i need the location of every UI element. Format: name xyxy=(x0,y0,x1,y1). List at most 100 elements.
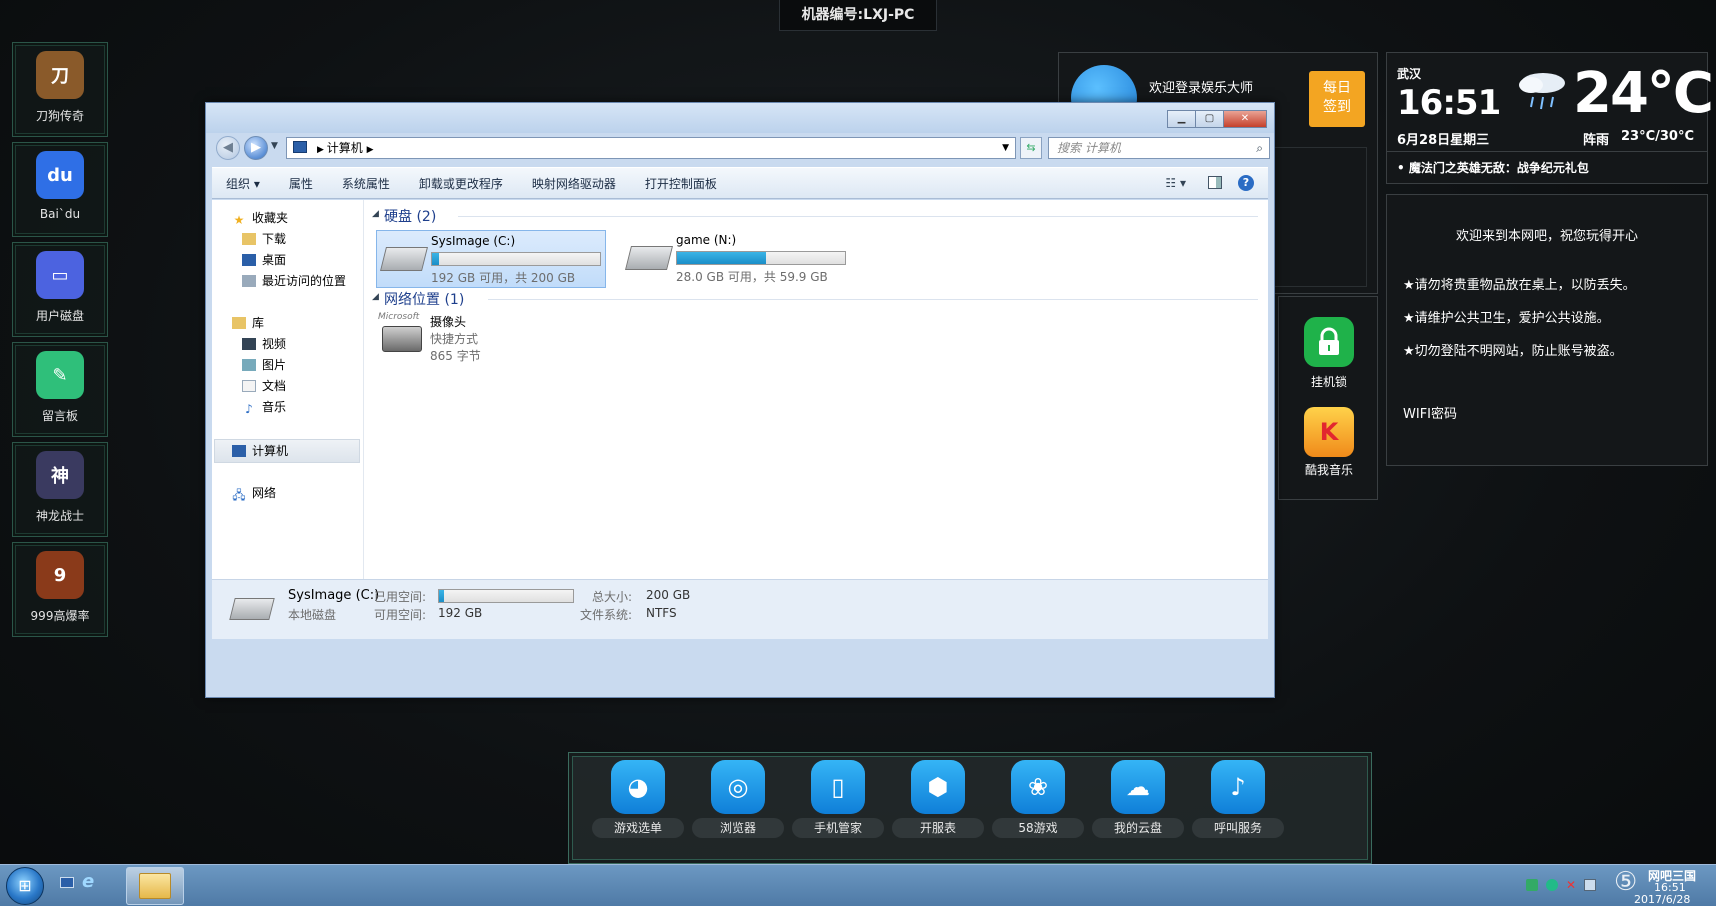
window-controls: ▁ ▢ ✕ xyxy=(1167,110,1267,128)
nav-computer[interactable]: 计算机 xyxy=(232,441,288,461)
dock-item[interactable]: ⬢ 开服表 xyxy=(888,760,988,838)
close-button[interactable]: ✕ xyxy=(1223,110,1267,128)
nav-label: 图片 xyxy=(262,358,287,372)
nav-libraries[interactable]: 库 xyxy=(232,313,264,333)
nav-music[interactable]: ♪ 音乐 xyxy=(242,397,286,417)
recent-places-icon xyxy=(242,275,256,287)
volume-muted-icon[interactable]: ✕ xyxy=(1566,878,1576,892)
app-icon: du xyxy=(36,151,84,199)
machine-id-label: 机器编号:LXJ-PC xyxy=(779,0,937,31)
start-button[interactable]: ⊞ xyxy=(6,867,44,905)
open-control-panel-button[interactable]: 打开控制面板 xyxy=(645,175,717,192)
network-status-icon[interactable] xyxy=(1526,879,1538,891)
breadcrumb-computer[interactable]: 计算机 xyxy=(327,141,363,155)
music-icon: ♪ xyxy=(245,402,253,416)
desktop-icon[interactable]: 9 999高爆率 xyxy=(12,542,108,637)
network-group-header[interactable]: 网络位置 (1) xyxy=(384,289,464,309)
preview-pane-icon[interactable] xyxy=(1208,176,1222,189)
details-drive-name: SysImage (C:) xyxy=(288,588,380,603)
app-dock: ◕ 游戏选单 ◎ 浏览器 ▯ 手机管家 ⬢ 开服表 ❀ 58游戏 ☁ 我的云盘 ♪ 呼叫服务 xyxy=(568,752,1372,864)
properties-button[interactable]: 属性 xyxy=(289,175,313,192)
dock-item[interactable]: ☁ 我的云盘 xyxy=(1088,760,1188,838)
desktop-icon[interactable]: 刀刀狗传奇 xyxy=(12,42,108,137)
dock-app-icon: ◎ xyxy=(711,760,765,814)
dock-item-label: 58游戏 xyxy=(992,818,1084,838)
nav-network[interactable]: 🖧 网络 xyxy=(232,483,276,503)
tray-monitor-icon[interactable] xyxy=(1584,879,1597,891)
pictures-icon xyxy=(242,359,256,371)
dock-item[interactable]: ◕ 游戏选单 xyxy=(588,760,688,838)
system-tray: ✕ xyxy=(1526,873,1616,897)
nav-label: 计算机 xyxy=(252,444,289,458)
maximize-button[interactable]: ▢ xyxy=(1195,110,1224,128)
hdd-group-header[interactable]: 硬盘 (2) xyxy=(384,206,436,226)
forward-button[interactable]: ▶ xyxy=(244,136,268,160)
network-group-toggle[interactable]: ◢ xyxy=(372,292,379,302)
view-options-icon[interactable]: ☷ ▾ xyxy=(1165,176,1186,190)
lock-app[interactable]: 挂机锁 xyxy=(1301,317,1357,390)
hard-drive-icon xyxy=(625,246,673,270)
dock-item[interactable]: ◎ 浏览器 xyxy=(688,760,788,838)
notice-welcome: 欢迎来到本网吧，祝您玩得开心 xyxy=(1455,229,1638,244)
drive-c[interactable]: SysImage (C:) 192 GB 可用，共 200 GB xyxy=(376,230,606,288)
history-dropdown[interactable]: ▼ xyxy=(271,141,278,151)
address-bar[interactable]: ▶ 计算机 ▶ ▼ xyxy=(286,137,1016,159)
back-button[interactable]: ◀ xyxy=(216,136,240,160)
hdd-group-toggle[interactable]: ◢ xyxy=(372,209,379,219)
hard-drive-icon xyxy=(229,598,275,620)
file-system-value: NTFS xyxy=(646,606,677,620)
map-network-drive-button[interactable]: 映射网络驱动器 xyxy=(532,175,616,192)
address-dropdown[interactable]: ▼ xyxy=(1002,138,1009,158)
dock-item[interactable]: ♪ 呼叫服务 xyxy=(1188,760,1288,838)
ie-icon[interactable]: e xyxy=(82,871,94,892)
dock-item[interactable]: ❀ 58游戏 xyxy=(988,760,1088,838)
navigation-pane: ★ 收藏夹 下载 桌面 最近访问的位置 库 视频 图片 文档 ♪ 音乐 计算机 🖧 网… xyxy=(212,200,364,579)
show-desktop-icon[interactable] xyxy=(60,877,74,888)
camera-name: 摄像头 xyxy=(430,315,467,329)
nav-documents[interactable]: 文档 xyxy=(242,376,286,396)
camera-shortcut[interactable]: Microsoft 摄像头 快捷方式 865 字节 xyxy=(378,312,578,366)
side-app-panel: 挂机锁 K 酷我音乐 xyxy=(1278,296,1378,500)
taskbar-explorer-button[interactable] xyxy=(126,867,184,905)
minimize-button[interactable]: ▁ xyxy=(1167,110,1196,128)
camera-icon: Microsoft xyxy=(378,312,426,358)
desktop-icon[interactable]: 神神龙战士 xyxy=(12,442,108,537)
explorer-content: ★ 收藏夹 下载 桌面 最近访问的位置 库 视频 图片 文档 ♪ 音乐 计算机 🖧 网… xyxy=(212,200,1268,579)
desktop-icon[interactable]: ▭ 用户磁盘 xyxy=(12,242,108,337)
camera-type: 快捷方式 xyxy=(430,332,479,346)
uninstall-programs-button[interactable]: 卸载或更改程序 xyxy=(419,175,503,192)
refresh-button[interactable]: ⇆ xyxy=(1020,137,1042,159)
nav-label: 文档 xyxy=(262,379,287,393)
drive-n[interactable]: game (N:) 28.0 GB 可用，共 59.9 GB xyxy=(622,230,852,288)
nav-videos[interactable]: 视频 xyxy=(242,334,286,354)
dock-item[interactable]: ▯ 手机管家 xyxy=(788,760,888,838)
desktop-icon[interactable]: du Bai`du xyxy=(12,142,108,237)
nav-label: 视频 xyxy=(262,337,287,351)
help-icon[interactable]: ? xyxy=(1238,175,1254,191)
search-input[interactable]: 搜索 计算机 ⌕ xyxy=(1048,137,1270,159)
used-space-label: 已用空间: xyxy=(374,590,427,604)
computer-icon xyxy=(293,141,307,153)
drive-n-usage-fill xyxy=(677,252,767,264)
title-bar[interactable] xyxy=(206,103,1274,133)
total-size-value: 200 GB xyxy=(646,588,691,602)
total-size-label: 总大小: xyxy=(592,590,633,604)
nav-recent[interactable]: 最近访问的位置 xyxy=(242,271,346,291)
daily-signin-button[interactable]: 每日 签到 xyxy=(1309,71,1365,127)
nav-desktop[interactable]: 桌面 xyxy=(242,250,286,270)
system-properties-button[interactable]: 系统属性 xyxy=(342,175,390,192)
desktop-icon[interactable]: ✎ 留言板 xyxy=(12,342,108,437)
nav-favorites[interactable]: ★ 收藏夹 xyxy=(232,208,288,228)
tray-clock-date[interactable]: 2017/6/28 xyxy=(1634,893,1690,906)
organize-menu[interactable]: 组织 ▾ xyxy=(226,175,260,192)
drive-n-name: game (N:) xyxy=(676,233,737,247)
dock-app-icon: ❀ xyxy=(1011,760,1065,814)
rain-cloud-icon xyxy=(1513,67,1569,111)
desktop-icon-label: 用户磁盘 xyxy=(35,309,84,323)
nav-pictures[interactable]: 图片 xyxy=(242,355,286,375)
kuwo-music-app[interactable]: K 酷我音乐 xyxy=(1301,407,1357,478)
game-promo-link[interactable]: • 魔法门之英雄无敌：战争纪元礼包 xyxy=(1397,159,1589,176)
nav-downloads[interactable]: 下载 xyxy=(242,229,286,249)
search-icon[interactable]: ⌕ xyxy=(1256,138,1263,158)
security-icon[interactable] xyxy=(1546,879,1558,891)
